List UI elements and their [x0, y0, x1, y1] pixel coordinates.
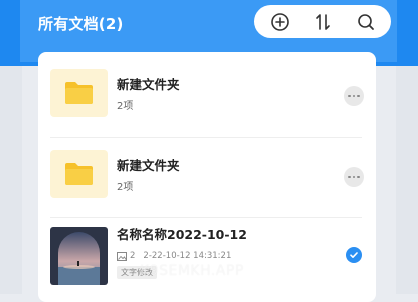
header-actions: [254, 5, 391, 38]
item-meta: 2 2-22-10-12 14:31:21: [117, 249, 231, 263]
watermark: K9SEMKH.APP: [140, 263, 244, 279]
right-background: [396, 66, 418, 294]
search-button[interactable]: [353, 9, 379, 35]
image-count: 2: [130, 251, 136, 261]
folder-icon: [65, 163, 93, 185]
divider: [50, 137, 362, 138]
left-background: [0, 66, 22, 294]
landscape-image: [50, 227, 108, 285]
add-button[interactable]: [267, 9, 293, 35]
list-item[interactable]: 名称名称2022-10-12 2 2-22-10-12 14:31:21 文字修…: [38, 220, 376, 296]
item-title: 新建文件夹: [117, 77, 180, 92]
item-count: 2项: [117, 101, 134, 112]
more-dot: [352, 94, 356, 98]
more-dot: [348, 94, 351, 98]
item-title: 名称名称2022-10-12: [117, 227, 247, 242]
more-button[interactable]: [344, 167, 364, 187]
folder-thumbnail: [50, 69, 108, 117]
sort-button[interactable]: [310, 9, 336, 35]
search-icon: [357, 13, 374, 30]
page-title: 所有文档(2): [38, 15, 124, 33]
add-icon: [270, 12, 289, 31]
item-date: 2-22-10-12 14:31:21: [143, 251, 232, 261]
image-count-icon: [117, 251, 127, 261]
more-dot: [357, 175, 360, 179]
list-item[interactable]: 新建文件夹 2项: [38, 141, 376, 217]
folder-thumbnail: [50, 150, 108, 198]
more-button[interactable]: [344, 86, 364, 106]
item-title: 新建文件夹: [117, 158, 180, 173]
more-dot: [352, 175, 356, 179]
sort-icon: [315, 13, 330, 30]
folder-icon: [65, 82, 93, 104]
select-checkbox[interactable]: [346, 247, 362, 263]
more-dot: [348, 175, 351, 179]
document-thumbnail: [50, 227, 108, 285]
list-item[interactable]: 新建文件夹 2项: [38, 60, 376, 136]
check-icon: [350, 252, 358, 258]
divider: [50, 217, 362, 218]
more-dot: [357, 94, 360, 98]
item-count: 2项: [117, 182, 134, 193]
